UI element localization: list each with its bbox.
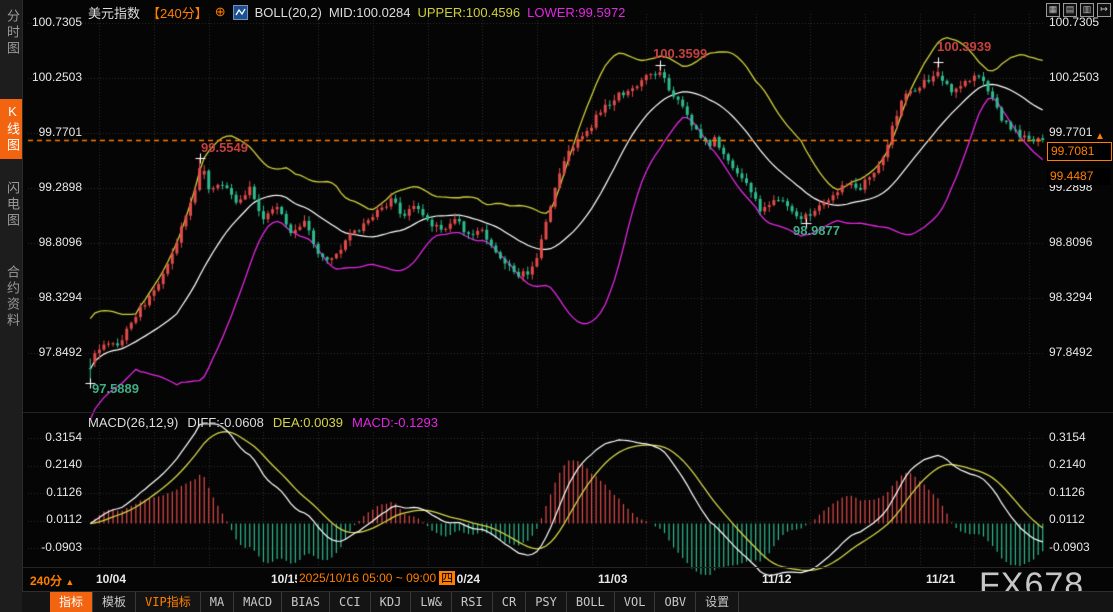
swing-high-annotation: 100.3939: [937, 39, 991, 54]
current-price-tag: 99.7081: [1047, 142, 1112, 161]
y-axis-label: 98.8096: [20, 235, 82, 249]
layout-grid-icon[interactable]: ▦: [1046, 3, 1060, 17]
panel-divider: [22, 412, 1113, 413]
macd-dea-value: DEA:0.0039: [273, 415, 343, 430]
y-axis-label: 98.3294: [20, 290, 82, 304]
kline-chart-window: 分时图 K线图 闪电图 合约资料 美元指数 【240分】 ⊕ BOLL(20,2…: [0, 0, 1113, 612]
mini-chart-icon[interactable]: [233, 5, 248, 20]
secondary-price-tag: 99.4487: [1047, 168, 1110, 185]
jump-latest-arrow-icon[interactable]: ▲: [1095, 131, 1105, 142]
macd-axis-label: 0.1126: [20, 485, 82, 499]
swing-high-annotation: 100.3599: [653, 46, 707, 61]
scale-right-icon[interactable]: ▥: [1080, 3, 1094, 17]
link-compare-icon[interactable]: ⊕: [215, 4, 226, 20]
boll-mid-value: MID:100.0284: [329, 5, 411, 20]
chart-header: 美元指数 【240分】 ⊕ BOLL(20,2) MID:100.0284 UP…: [88, 4, 625, 20]
toolbar-item-kdj[interactable]: KDJ: [371, 592, 412, 612]
dropdown-arrow-icon: ▲: [65, 577, 74, 587]
crosshair-time-tooltip: 2025/10/16 05:00 ~ 09:00四: [297, 570, 457, 587]
macd-hist-value: MACD:-0.1293: [352, 415, 438, 430]
y-axis-label: 98.8096: [1049, 235, 1111, 249]
toolbar-item-indicators[interactable]: 指标: [50, 592, 93, 612]
toolbar-item-cci[interactable]: CCI: [330, 592, 371, 612]
toolbar-item-ma[interactable]: MA: [201, 592, 234, 612]
macd-name: MACD(26,12,9): [88, 415, 178, 430]
sidebar-tab-lightning[interactable]: 闪电图: [0, 176, 22, 234]
y-axis-label: 99.7701: [20, 125, 82, 139]
macd-axis-label: -0.0903: [20, 540, 82, 554]
toolbar-item-rsi[interactable]: RSI: [452, 592, 493, 612]
date-tick: 11/12: [762, 572, 791, 586]
toolbar-item-obv[interactable]: OBV: [655, 592, 696, 612]
toolbar-item-macd[interactable]: MACD: [234, 592, 282, 612]
toolbar-item-settings[interactable]: 设置: [696, 592, 739, 612]
toolbar-item-cr[interactable]: CR: [493, 592, 526, 612]
macd-axis-label: -0.0903: [1049, 540, 1111, 554]
macd-header: MACD(26,12,9) DIFF:-0.0608 DEA:0.0039 MA…: [88, 415, 438, 430]
scale-left-icon[interactable]: ▤: [1063, 3, 1077, 17]
swing-low-annotation: 98.9877: [793, 223, 840, 238]
weekday-badge: 四: [439, 571, 455, 585]
toolbar-item-lw[interactable]: LW&: [411, 592, 452, 612]
macd-axis-label: 0.3154: [20, 430, 82, 444]
swing-high-annotation: 99.5549: [201, 140, 248, 155]
time-axis: 240分 ▲ 10/04 10/15 10/24 11/03 11/12 11/…: [0, 568, 1113, 590]
y-axis-label: 97.8492: [1049, 345, 1111, 359]
indicator-toolbar: 指标 模板 VIP指标 MA MACD BIAS CCI KDJ LW& RSI…: [22, 591, 1113, 612]
toolbar-item-vip-indicators[interactable]: VIP指标: [136, 592, 201, 612]
macd-axis-label: 0.2140: [1049, 457, 1111, 471]
y-axis-label: 100.7305: [20, 15, 82, 29]
boll-upper-value: UPPER:100.4596: [418, 5, 521, 20]
toolbar-item-boll[interactable]: BOLL: [567, 592, 615, 612]
date-tick: 11/21: [926, 572, 955, 586]
toolbar-item-bias[interactable]: BIAS: [282, 592, 330, 612]
macd-axis-label: 0.2140: [20, 457, 82, 471]
boll-indicator-label: BOLL(20,2): [255, 5, 322, 20]
date-tick: 11/03: [598, 572, 627, 586]
date-tick: 10/04: [96, 572, 126, 586]
boll-lower-value: LOWER:99.5972: [527, 5, 625, 20]
y-axis-label: 100.7305: [1049, 15, 1111, 29]
sidebar-tab-contract-info[interactable]: 合约资料: [0, 260, 22, 334]
chart-mode-sidebar: 分时图 K线图 闪电图 合约资料: [0, 0, 23, 612]
macd-diff-value: DIFF:-0.0608: [187, 415, 264, 430]
chart-tools: ▦ ▤ ▥ ↦: [1046, 3, 1111, 17]
y-axis-label: 100.2503: [20, 70, 82, 84]
macd-axis-label: 0.0112: [20, 512, 82, 526]
sidebar-tab-kline[interactable]: K线图: [0, 99, 22, 159]
y-axis-label: 99.2898: [20, 180, 82, 194]
candlestick-macd-canvas[interactable]: [0, 0, 1113, 612]
toolbar-item-templates[interactable]: 模板: [93, 592, 136, 612]
period-dropdown[interactable]: 240分 ▲: [30, 572, 74, 589]
period-label: 【240分】: [147, 3, 208, 22]
macd-axis-label: 0.3154: [1049, 430, 1111, 444]
macd-axis-label: 0.1126: [1049, 485, 1111, 499]
toolbar-item-vol[interactable]: VOL: [615, 592, 656, 612]
shift-latest-icon[interactable]: ↦: [1097, 3, 1111, 17]
macd-axis-label: 0.0112: [1049, 512, 1111, 526]
sidebar-tab-timeshare[interactable]: 分时图: [0, 4, 22, 62]
symbol-name: 美元指数: [88, 3, 140, 22]
swing-low-annotation: 97.5889: [92, 381, 139, 396]
y-axis-label: 97.8492: [20, 345, 82, 359]
y-axis-label: 100.2503: [1049, 70, 1111, 84]
toolbar-item-psy[interactable]: PSY: [526, 592, 567, 612]
y-axis-label: 98.3294: [1049, 290, 1111, 304]
